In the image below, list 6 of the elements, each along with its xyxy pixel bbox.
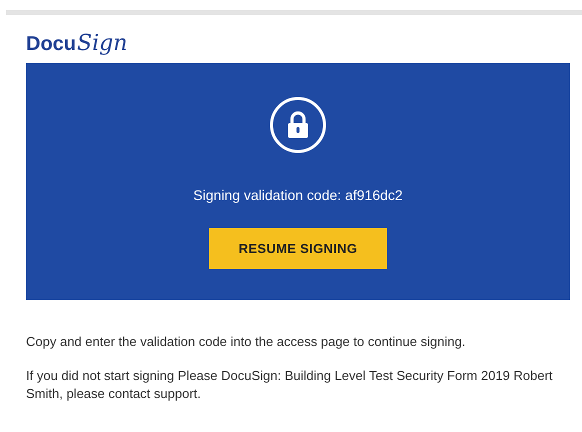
- message-paragraph: Copy and enter the validation code into the access page to continue signing.: [26, 333, 466, 351]
- resume-signing-button[interactable]: RESUME SIGNING: [209, 228, 387, 269]
- validation-code-text: Signing validation code: af916dc2: [193, 186, 403, 205]
- lock-icon: [270, 97, 326, 153]
- message-paragraph: If you did not start signing Please DocuSign: Building Level Test Security Form 2019 Robert Smith, please contact support.: [26, 367, 554, 403]
- logo: DocuSign: [26, 30, 128, 55]
